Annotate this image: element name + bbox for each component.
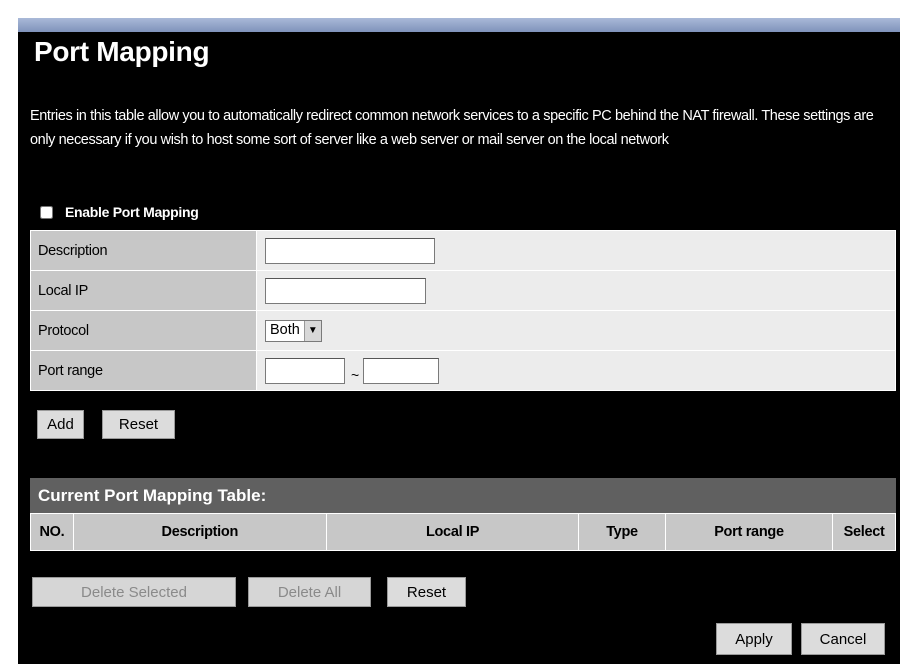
port-range-separator: ~ — [351, 366, 360, 383]
port-range-row: Port range ~ — [30, 350, 896, 391]
cancel-button[interactable]: Cancel — [801, 623, 885, 655]
protocol-row: Protocol Both ▼ — [30, 310, 896, 351]
column-header-select: Select — [832, 513, 896, 551]
top-bar — [18, 18, 900, 32]
enable-port-mapping-label: Enable Port Mapping — [65, 204, 199, 220]
port-to-input[interactable] — [363, 357, 440, 384]
description-row: Description — [30, 230, 896, 271]
table-header-row: NO. Description Local IP Type Port range… — [30, 513, 896, 551]
column-header-port-range: Port range — [664, 513, 834, 551]
column-header-type: Type — [578, 513, 666, 551]
port-from-input[interactable] — [265, 357, 345, 384]
delete-all-button[interactable]: Delete All — [248, 577, 371, 607]
protocol-selected-value: Both — [270, 321, 300, 338]
protocol-select[interactable]: Both ▼ — [265, 319, 322, 342]
add-button[interactable]: Add — [37, 410, 84, 439]
enable-port-mapping-row[interactable]: Enable Port Mapping — [40, 204, 199, 220]
table-reset-button[interactable]: Reset — [387, 577, 466, 607]
description-input[interactable] — [265, 237, 435, 264]
port-range-label: Port range — [30, 350, 257, 391]
local-ip-row: Local IP — [30, 270, 896, 311]
column-header-no: NO. — [30, 513, 74, 551]
description-label: Description — [30, 230, 257, 271]
current-port-mapping-table: NO. Description Local IP Type Port range… — [30, 513, 896, 551]
port-mapping-form: Description Local IP Protocol Both ▼ Por… — [30, 230, 896, 391]
chevron-down-icon[interactable]: ▼ — [303, 320, 321, 341]
apply-button[interactable]: Apply — [716, 623, 792, 655]
local-ip-input[interactable] — [265, 277, 426, 304]
intro-text: Entries in this table allow you to autom… — [30, 108, 874, 148]
local-ip-label: Local IP — [30, 270, 257, 311]
protocol-label: Protocol — [30, 310, 257, 351]
page-title: Port Mapping — [34, 36, 210, 67]
form-reset-button[interactable]: Reset — [102, 410, 175, 439]
delete-selected-button[interactable]: Delete Selected — [32, 577, 236, 607]
column-header-local-ip: Local IP — [325, 513, 580, 551]
column-header-description: Description — [72, 513, 327, 551]
enable-port-mapping-checkbox[interactable] — [40, 205, 53, 219]
current-table-title: Current Port Mapping Table: — [30, 478, 896, 513]
